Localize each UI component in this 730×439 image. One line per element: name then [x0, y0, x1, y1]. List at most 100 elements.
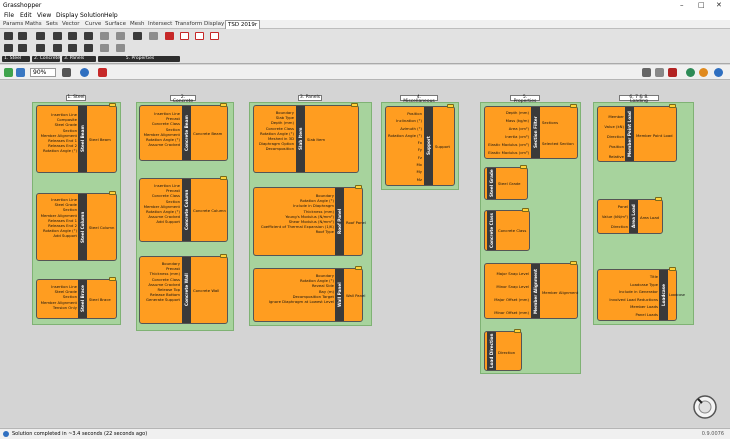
section-filter-component[interactable]: Depth (mm) Mass (kg/m) Area (cm²) Inertia …: [484, 104, 578, 159]
tab-vector[interactable]: Vector: [62, 21, 80, 27]
steel-column-component[interactable]: Insertion Line Steel Grade Section Member …: [36, 191, 117, 261]
steel-misc-tool-icon[interactable]: [18, 44, 27, 52]
zoom-select[interactable]: 90%: [30, 68, 56, 77]
tab-display[interactable]: Display: [204, 21, 224, 27]
input-param-label: Minor Offset (mm): [494, 310, 529, 315]
section-filter-tool-icon[interactable]: [116, 32, 125, 40]
concrete-column-tool-icon[interactable]: [36, 44, 45, 52]
load-direction-component[interactable]: Load Direction Direction: [484, 329, 522, 371]
concrete-class-component[interactable]: Concrete Class Concrete Class: [484, 208, 530, 251]
panel-tool-icon[interactable]: [84, 32, 93, 40]
tab-mesh[interactable]: Mesh: [130, 21, 144, 27]
point-load-tool-icon[interactable]: [180, 32, 189, 40]
steel-grade-component[interactable]: Steel Grade Steel Grade: [484, 165, 528, 200]
slab-tool-icon[interactable]: [53, 32, 62, 40]
component-flag: [109, 191, 116, 195]
area-load-title: Area Load: [629, 200, 638, 233]
tab-intersect[interactable]: Intersect: [148, 21, 172, 27]
member-point-load-component[interactable]: Member Value (kN) Direction Position Relat…: [597, 104, 677, 162]
wall-panel-component[interactable]: Boundary Rotation Angle (°) Reveal Side Ba…: [253, 266, 365, 322]
open-file-icon[interactable]: [4, 68, 13, 77]
concrete-class-tool-icon[interactable]: [133, 32, 142, 40]
settings-icon[interactable]: [714, 68, 723, 77]
group-label-loading: 6, 7 & 8. Loading: [619, 95, 659, 104]
document-preview-icon[interactable]: [699, 68, 708, 77]
steel-grade-tool-icon[interactable]: [116, 44, 125, 52]
zoom-extents-icon[interactable]: [62, 68, 71, 77]
tab-tsd-2019r[interactable]: TSD 2019r: [225, 20, 261, 29]
input-param-label: Position: [407, 111, 422, 116]
support-inputs: Position Inclination (°) Azimuth (°) Rotat…: [386, 110, 422, 183]
menu-display[interactable]: Display: [56, 12, 78, 19]
tab-sets[interactable]: Sets: [46, 21, 58, 27]
steel-brace-tool-icon[interactable]: [4, 44, 13, 52]
component-tabs: Params Maths Sets Vector Curve Surface M…: [0, 20, 730, 29]
preview-mode-icon[interactable]: [642, 68, 651, 77]
ribbon-group-properties: 5. Properties: [98, 56, 180, 62]
slab-item-component[interactable]: Boundary Slab Type Depth (mm) Concrete Cla…: [253, 103, 359, 173]
load-direction-tool-icon[interactable]: [165, 32, 174, 40]
menu-edit[interactable]: Edit: [20, 12, 32, 19]
roof-panel-component[interactable]: Boundary Rotation Angle (°) Include in Di…: [253, 185, 366, 256]
loadcase-tool-icon[interactable]: [210, 32, 219, 40]
menu-help[interactable]: Help: [104, 12, 118, 19]
concrete-column-component[interactable]: Insertion Line Precast Concrete Class Sect…: [139, 176, 228, 242]
menu-file[interactable]: File: [4, 12, 14, 19]
steel-brace-component[interactable]: Insertion Line Steel Grade Section Member …: [36, 277, 117, 319]
concrete-beam-component[interactable]: Insertion Line Precast Concrete Class Sect…: [139, 103, 228, 161]
wall-panel-tool-icon[interactable]: [68, 44, 77, 52]
section-filter-inputs: Depth (mm) Mass (kg/m) Area (cm²) Inertia …: [485, 109, 529, 157]
component-ribbon: 1. Steel 2. Concrete 3. Panels 5. Proper…: [0, 29, 730, 64]
sketch-pen-icon[interactable]: [98, 68, 107, 77]
grasshopper-canvas[interactable]: 1. Steel Insertion Line Composite Steel G…: [0, 81, 730, 427]
steel-grade-title: Steel Grade: [487, 168, 496, 199]
input-param-label: Title: [649, 274, 658, 279]
tab-surface[interactable]: Surface: [105, 21, 126, 27]
wireframe-icon[interactable]: [655, 68, 664, 77]
save-file-icon[interactable]: [16, 68, 25, 77]
input-param-label: Panel Loads: [635, 311, 658, 317]
support-tool-icon[interactable]: [100, 32, 109, 40]
steel-beam-component[interactable]: Insertion Line Composite Steel Grade Secti…: [36, 103, 117, 173]
tab-params[interactable]: Params: [3, 21, 23, 27]
close-button[interactable]: ✕: [716, 1, 722, 9]
group-label-properties: 5. Properties: [510, 95, 540, 104]
maximize-button[interactable]: □: [698, 1, 705, 9]
input-param-label: Decomposition: [265, 146, 294, 152]
concrete-wall-title: Concrete Wall: [182, 257, 191, 323]
menu-solution[interactable]: Solution: [80, 12, 104, 19]
tab-maths[interactable]: Maths: [25, 21, 42, 27]
menu-view[interactable]: View: [37, 12, 51, 19]
steel-column-tool-icon[interactable]: [18, 32, 27, 40]
input-param-label: Member Loads: [630, 304, 658, 309]
tab-curve[interactable]: Curve: [85, 21, 101, 27]
navigation-compass-icon[interactable]: [692, 394, 718, 420]
component-flag: [447, 104, 454, 108]
status-message: Solution completed in ~3.4 seconds (22 s…: [12, 431, 148, 437]
area-load-output: Area Load: [640, 215, 660, 220]
preview-eye-icon[interactable]: [80, 68, 89, 77]
member-alignment-component[interactable]: Major Snap Level Minor Snap Level Major O…: [484, 261, 578, 319]
area-load-tool-icon[interactable]: [195, 32, 204, 40]
minimize-button[interactable]: –: [680, 1, 684, 9]
input-param-label: Elastic Modulus (cm³): [488, 142, 529, 147]
tab-transform[interactable]: Transform: [175, 21, 202, 27]
misc-tool-icon[interactable]: [100, 44, 109, 52]
wall-panel-inputs: Boundary Rotation Angle (°) Reveal Side Ba…: [254, 273, 334, 304]
steel-beam-tool-icon[interactable]: [4, 32, 13, 40]
concrete-beam-title: Concrete Beam: [182, 106, 191, 160]
status-info-icon: [3, 431, 9, 437]
concrete-wall-component[interactable]: Boundary Precast Thickness (mm) Concrete C…: [139, 254, 228, 324]
alignment-tool-icon[interactable]: [149, 32, 158, 40]
concrete-beam-tool-icon[interactable]: [36, 32, 45, 40]
area-load-component[interactable]: Panel Value (kN/m²) Direction Area Load A…: [597, 197, 663, 234]
wall-tool-icon[interactable]: [53, 44, 62, 52]
canvas-toolbar: 90%: [0, 65, 730, 80]
preview-selected-icon[interactable]: [686, 68, 695, 77]
panel-2-tool-icon[interactable]: [84, 44, 93, 52]
shaded-icon[interactable]: [668, 68, 677, 77]
loadcase-component[interactable]: Title Loadcase Type Include in Generator I…: [597, 267, 685, 321]
concrete-column-title: Concrete Column: [182, 179, 191, 241]
support-component[interactable]: Position Inclination (°) Azimuth (°) Rotat…: [385, 104, 455, 186]
roof-panel-tool-icon[interactable]: [68, 32, 77, 40]
